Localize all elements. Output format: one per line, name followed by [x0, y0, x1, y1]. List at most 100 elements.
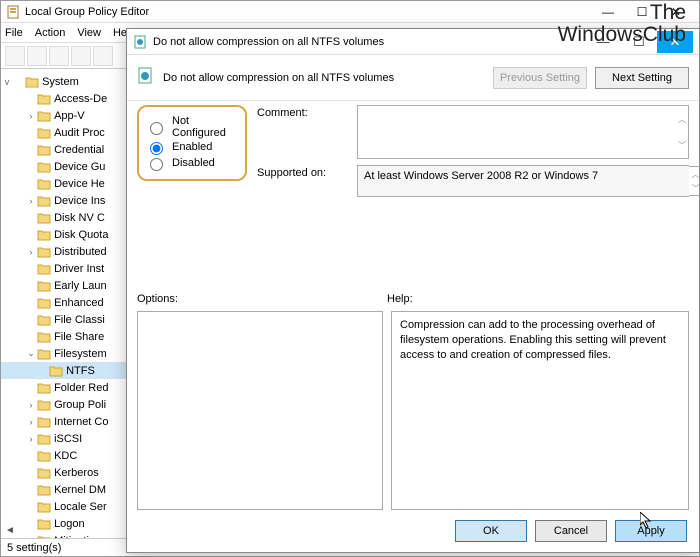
tree-item[interactable]: › iSCSI — [1, 430, 128, 447]
folder-icon — [37, 161, 51, 173]
tree-item[interactable]: › Distributed — [1, 243, 128, 260]
tree-item-label: Locale Ser — [54, 501, 107, 513]
tree-item[interactable]: Folder Red — [1, 379, 128, 396]
tree-item-label: KDC — [54, 450, 77, 462]
tree-item-label: NTFS — [66, 365, 95, 377]
tree-item-label: System — [42, 76, 79, 88]
folder-icon — [37, 110, 51, 122]
tree-item[interactable]: › Device Ins — [1, 192, 128, 209]
folder-icon — [37, 348, 51, 360]
folder-icon — [37, 314, 51, 326]
tree-item-label: Device He — [54, 178, 105, 190]
options-pane — [137, 311, 383, 510]
tree-item[interactable]: › Internet Co — [1, 413, 128, 430]
tree-expand-icon[interactable]: ⌄ — [25, 348, 37, 359]
tree-item-label: Kerberos — [54, 467, 99, 479]
tree-item[interactable]: Locale Ser — [1, 498, 128, 515]
tree-item[interactable]: Kerberos — [1, 464, 128, 481]
ok-button[interactable]: OK — [455, 520, 527, 542]
dialog-titlebar[interactable]: Do not allow compression on all NTFS vol… — [127, 29, 699, 55]
main-titlebar[interactable]: Local Group Policy Editor — ☐ ✕ — [1, 1, 699, 23]
folder-icon — [25, 76, 39, 88]
supported-scroll-up-icon[interactable]: ︿ — [689, 167, 700, 181]
tree-item[interactable]: Device Gu — [1, 158, 128, 175]
supported-scroll-down-icon[interactable]: ﹀ — [689, 181, 700, 195]
tree-item[interactable]: Early Laun — [1, 277, 128, 294]
tree-item-label: Early Laun — [54, 280, 107, 292]
tree-item-label: Device Ins — [54, 195, 105, 207]
tree-item-label: File Classi — [54, 314, 105, 326]
radio-not-configured[interactable]: Not Configured — [145, 115, 239, 139]
radio-disabled[interactable]: Disabled — [145, 155, 239, 171]
dialog-minimize-button[interactable]: — — [585, 31, 621, 53]
help-text: Compression can add to the processing ov… — [400, 319, 666, 361]
radio-enabled-label: Enabled — [172, 141, 212, 153]
tree-expand-icon[interactable]: › — [25, 417, 37, 427]
hscroll-left[interactable]: ◄ — [5, 525, 15, 536]
tree-expand-icon[interactable]: › — [25, 400, 37, 410]
comment-textbox[interactable]: ︿﹀ — [357, 105, 689, 159]
tree-expand-icon[interactable]: v — [1, 77, 13, 87]
main-close-button[interactable]: ✕ — [659, 2, 693, 22]
tree-expand-icon[interactable]: › — [25, 434, 37, 444]
policy-icon — [133, 35, 147, 49]
tree-item-system[interactable]: v System — [1, 73, 128, 90]
tree-item[interactable]: KDC — [1, 447, 128, 464]
comment-scroll-up-icon[interactable]: ︿ — [675, 106, 689, 132]
help-label: Help: — [387, 293, 413, 305]
tree-item[interactable]: Audit Proc — [1, 124, 128, 141]
apply-button[interactable]: Apply — [615, 520, 687, 542]
tree-item[interactable]: Enhanced — [1, 294, 128, 311]
tree-item[interactable]: ⌄ Filesystem — [1, 345, 128, 362]
next-setting-button[interactable]: Next Setting — [595, 67, 689, 89]
tree-item[interactable]: File Share — [1, 328, 128, 345]
folder-icon — [37, 93, 51, 105]
tree-item-label: Distributed — [54, 246, 107, 258]
tree-item[interactable]: › App-V — [1, 107, 128, 124]
tree-item[interactable]: Credential — [1, 141, 128, 158]
status-text: 5 setting(s) — [7, 542, 61, 554]
tree-item[interactable]: Logon — [1, 515, 128, 532]
tree-item[interactable]: Disk Quota — [1, 226, 128, 243]
folder-icon — [37, 127, 51, 139]
toolbar-refresh-button[interactable] — [71, 46, 91, 66]
tree-item[interactable]: File Classi — [1, 311, 128, 328]
tree-item[interactable]: Access-De — [1, 90, 128, 107]
tree-expand-icon[interactable]: › — [25, 196, 37, 206]
radio-enabled[interactable]: Enabled — [145, 139, 239, 155]
folder-icon — [37, 297, 51, 309]
tree-item[interactable]: Device He — [1, 175, 128, 192]
dialog-close-button[interactable]: ✕ — [657, 31, 693, 53]
tree-item-label: Mitigation — [54, 535, 101, 539]
main-maximize-button[interactable]: ☐ — [625, 2, 659, 22]
tree-item-label: Disk NV C — [54, 212, 105, 224]
tree-expand-icon[interactable]: › — [25, 111, 37, 121]
folder-icon — [49, 365, 63, 377]
tree-expand-icon[interactable]: › — [25, 247, 37, 257]
toolbar-help-button[interactable] — [93, 46, 113, 66]
folder-icon — [37, 382, 51, 394]
comment-scroll-down-icon[interactable]: ﹀ — [675, 132, 689, 158]
previous-setting-button: Previous Setting — [493, 67, 587, 89]
tree-item[interactable]: › Mitigation — [1, 532, 128, 538]
dialog-title: Do not allow compression on all NTFS vol… — [153, 36, 384, 48]
main-minimize-button[interactable]: — — [591, 2, 625, 22]
toolbar-back-button[interactable] — [5, 46, 25, 66]
tree-item[interactable]: Kernel DM — [1, 481, 128, 498]
tree-item[interactable]: › Group Poli — [1, 396, 128, 413]
tree-expand-icon[interactable]: › — [25, 536, 37, 539]
tree-item[interactable]: Driver Inst — [1, 260, 128, 277]
toolbar-forward-button[interactable] — [27, 46, 47, 66]
menu-view[interactable]: View — [77, 27, 101, 39]
menu-action[interactable]: Action — [35, 27, 66, 39]
toolbar-up-button[interactable] — [49, 46, 69, 66]
policy-tree[interactable]: v System Access-De› App-V Audit Proc Cre… — [1, 69, 129, 538]
dialog-maximize-button[interactable]: ☐ — [621, 31, 657, 53]
radio-disabled-label: Disabled — [172, 157, 215, 169]
cancel-button[interactable]: Cancel — [535, 520, 607, 542]
tree-item-label: Driver Inst — [54, 263, 104, 275]
tree-item[interactable]: Disk NV C — [1, 209, 128, 226]
tree-item[interactable]: NTFS — [1, 362, 128, 379]
menu-file[interactable]: File — [5, 27, 23, 39]
folder-icon — [37, 144, 51, 156]
